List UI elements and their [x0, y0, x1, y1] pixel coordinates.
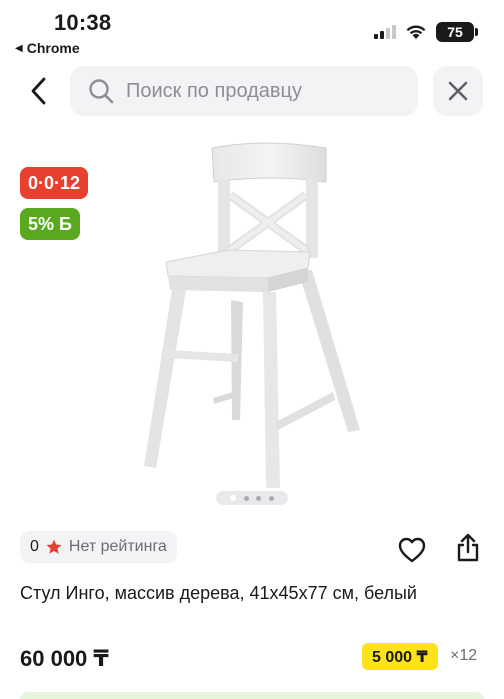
- heart-icon: [398, 537, 426, 563]
- bonus-badge: 5% Б: [20, 208, 80, 240]
- back-button[interactable]: [22, 74, 56, 108]
- search-input[interactable]: Поиск по продавцу: [70, 66, 418, 116]
- close-button[interactable]: [433, 66, 483, 116]
- status-bar: 10:38 ◀ Chrome 75: [0, 0, 504, 60]
- pagination-dot: [256, 495, 262, 501]
- gallery-pagination: [216, 491, 288, 505]
- product-price: 60 000 ₸: [20, 646, 109, 671]
- battery-level: 75: [447, 24, 463, 40]
- star-icon: [46, 539, 62, 554]
- favorite-button[interactable]: [396, 534, 428, 566]
- product-image[interactable]: [128, 140, 373, 490]
- close-icon: [448, 81, 468, 101]
- rating-count: 0: [30, 538, 39, 555]
- chevron-left-icon: [31, 77, 46, 105]
- pagination-dot: [243, 495, 249, 501]
- back-triangle-icon: ◀: [15, 42, 23, 54]
- product-title: Стул Инго, массив дерева, 41x45x77 см, б…: [20, 583, 417, 603]
- search-placeholder: Поиск по продавцу: [126, 79, 302, 102]
- search-icon: [89, 79, 114, 104]
- pagination-dot-active: [229, 495, 236, 501]
- rating-badge[interactable]: 0 Нет рейтинга: [20, 531, 177, 563]
- installment-multiplier: ×12: [450, 647, 478, 664]
- wifi-icon: [406, 25, 426, 39]
- product-gallery[interactable]: 0·0·12 5% Б: [0, 130, 504, 510]
- installment-badge: 0·0·12: [20, 167, 89, 199]
- installment-price[interactable]: 5 000 ₸: [362, 643, 438, 670]
- share-button[interactable]: [452, 532, 484, 564]
- back-to-app-link[interactable]: ◀ Chrome: [15, 40, 80, 56]
- top-nav: Поиск по продавцу: [0, 66, 504, 116]
- status-icons: 75: [374, 22, 478, 42]
- back-app-label: Chrome: [26, 40, 80, 56]
- battery-icon: 75: [436, 22, 478, 42]
- pagination-dot: [269, 495, 275, 501]
- rating-label: Нет рейтинга: [68, 538, 167, 555]
- share-icon: [457, 533, 479, 562]
- status-time: 10:38: [54, 10, 112, 35]
- bottom-banner-edge: [20, 692, 484, 699]
- cellular-signal-icon: [374, 25, 396, 39]
